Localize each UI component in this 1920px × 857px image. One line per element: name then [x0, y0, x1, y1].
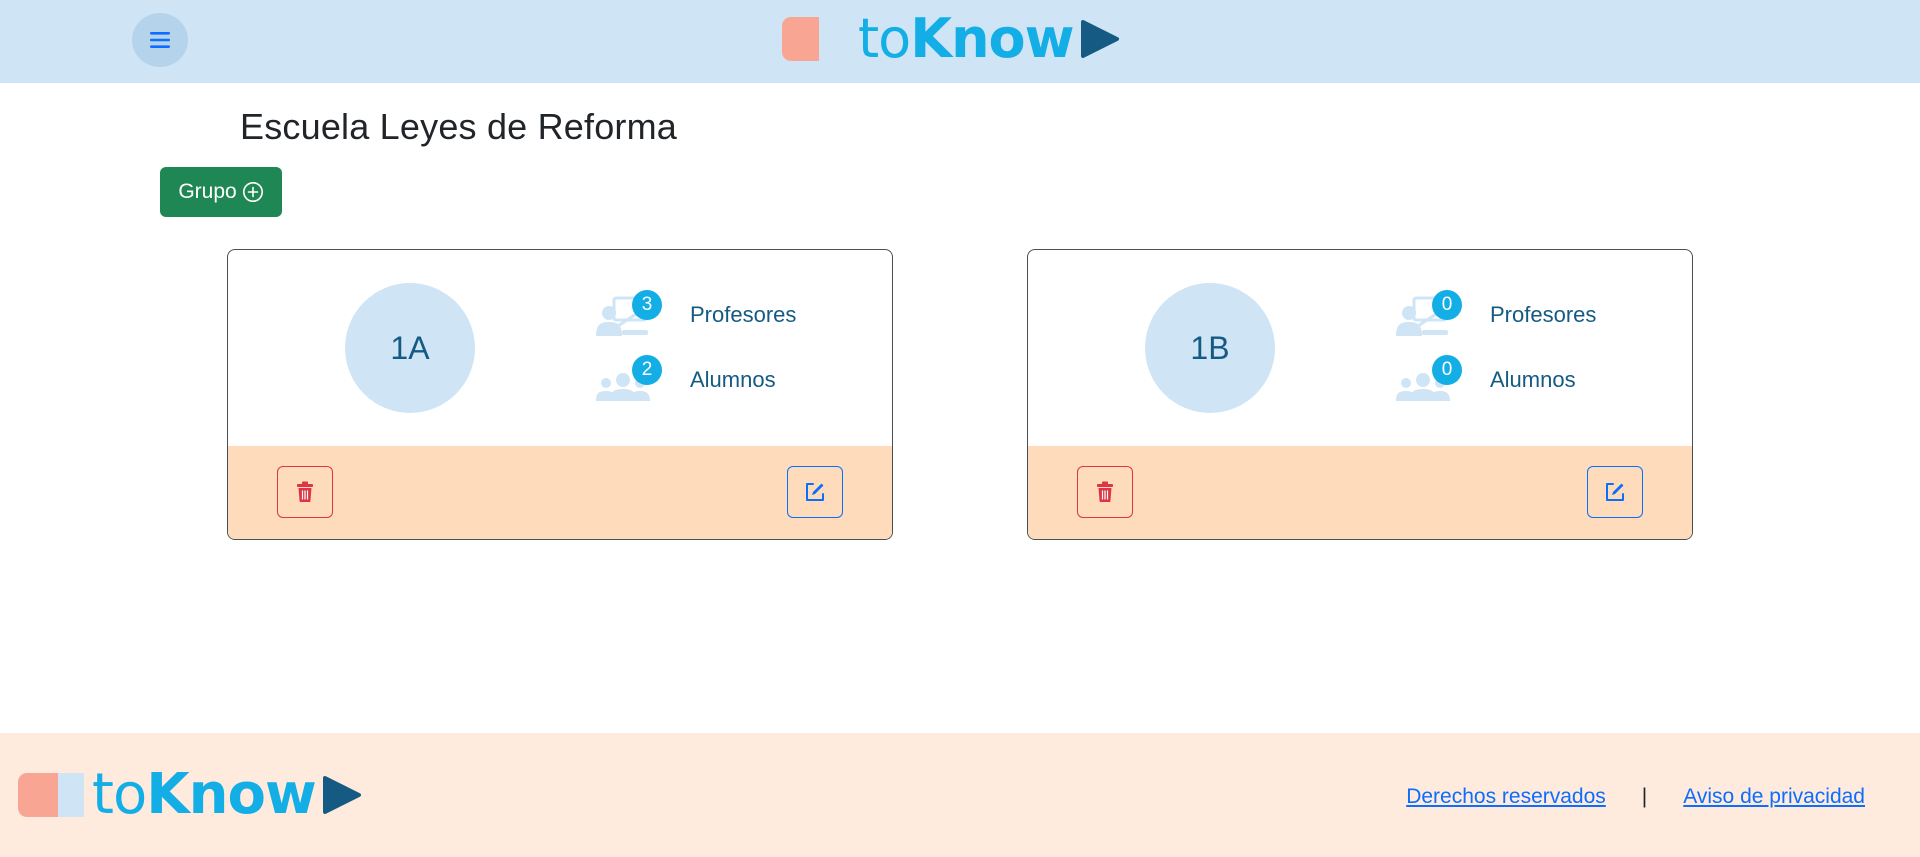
footer-logo[interactable]: toKnow — [18, 767, 362, 823]
edit-group-button[interactable] — [1587, 466, 1643, 518]
teachers-count-badge: 0 — [1432, 290, 1462, 320]
logo-text: toKnow — [858, 7, 1075, 70]
teachers-label: Profesores — [1490, 302, 1597, 327]
students-count-badge: 2 — [632, 355, 662, 385]
menu-toggle-button[interactable] — [132, 13, 188, 67]
group-card: 1A 3 Profesores 2 Alumnos — [227, 249, 893, 540]
trash-icon — [297, 481, 313, 502]
logo-play-icon — [1080, 20, 1119, 58]
group-card-body: 1B 0 Profesores 0 Alumnos — [1028, 250, 1692, 446]
students-label: Alumnos — [690, 367, 776, 392]
teachers-label: Profesores — [690, 302, 797, 327]
group-name-avatar[interactable]: 1B — [1145, 283, 1275, 413]
logo-block-icon — [782, 17, 828, 61]
page-title: Escuela Leyes de Reforma — [240, 106, 678, 147]
edit-icon — [806, 483, 824, 501]
footer-separator: | — [1641, 785, 1648, 808]
edit-group-button[interactable] — [787, 466, 843, 518]
add-group-button[interactable]: Grupo — [160, 167, 282, 217]
teachers-count-badge: 3 — [632, 290, 662, 320]
add-group-label: Grupo — [178, 180, 237, 203]
delete-group-button[interactable] — [1077, 466, 1133, 518]
privacy-notice-link[interactable]: Aviso de privacidad — [1683, 785, 1865, 809]
brand-logo[interactable]: toKnow — [782, 7, 1120, 70]
logo-block-icon — [18, 773, 84, 817]
students-count-badge: 0 — [1432, 355, 1462, 385]
rights-reserved-link[interactable]: Derechos reservados — [1406, 785, 1606, 809]
plus-circle-icon — [242, 182, 263, 202]
top-navbar: toKnow — [0, 0, 1920, 83]
hamburger-icon — [150, 32, 170, 48]
group-card-actions — [1028, 446, 1692, 539]
students-label: Alumnos — [1490, 367, 1576, 392]
group-card-actions — [228, 446, 892, 539]
group-card-body: 1A 3 Profesores 2 Alumnos — [228, 250, 892, 446]
logo-text: toKnow — [92, 762, 317, 827]
logo-play-icon — [322, 776, 361, 814]
delete-group-button[interactable] — [277, 466, 333, 518]
teachers-stat[interactable]: 3 Profesores — [596, 290, 876, 340]
trash-icon — [1097, 481, 1113, 502]
group-card: 1B 0 Profesores 0 Alumnos — [1027, 249, 1693, 540]
teachers-stat[interactable]: 0 Profesores — [1396, 290, 1676, 340]
page-footer: toKnow Derechos reservados | Aviso de pr… — [0, 733, 1920, 857]
students-stat[interactable]: 2 Alumnos — [596, 355, 876, 405]
students-stat[interactable]: 0 Alumnos — [1396, 355, 1676, 405]
footer-links: Derechos reservados | Aviso de privacida… — [1406, 785, 1865, 809]
edit-icon — [1606, 483, 1624, 501]
group-name-avatar[interactable]: 1A — [345, 283, 475, 413]
